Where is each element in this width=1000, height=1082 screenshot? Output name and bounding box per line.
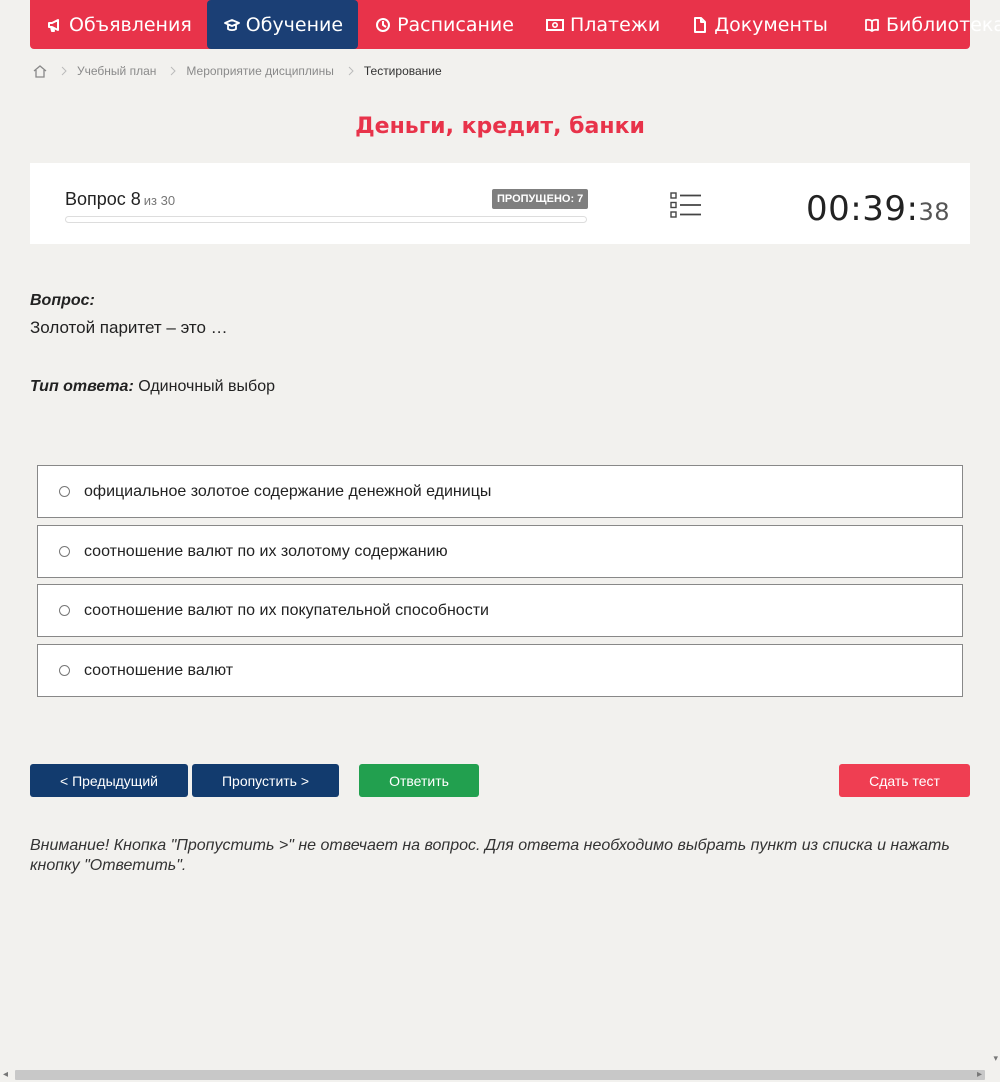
breadcrumb-link[interactable]: Мероприятие дисциплины (186, 64, 333, 78)
chevron-right-icon (170, 66, 177, 76)
radio-button[interactable] (59, 486, 70, 497)
nav-item-label: Объявления (69, 13, 192, 36)
answer-option[interactable]: соотношение валют по их золотому содержа… (37, 525, 963, 578)
clock-icon (375, 17, 391, 33)
answer-type-value: Одиночный выбор (138, 378, 275, 395)
skip-button[interactable]: Пропустить > (192, 764, 339, 797)
submit-test-button[interactable]: Сдать тест (839, 764, 970, 797)
scrollbar-thumb[interactable] (15, 1070, 985, 1080)
answer-type: Тип ответа: Одиночный выбор (30, 378, 275, 396)
skipped-badge: ПРОПУЩЕНО: 7 (492, 189, 589, 209)
answer-option-text: соотношение валют (84, 661, 234, 679)
document-icon (692, 16, 708, 33)
question-number: Вопрос 8 (65, 189, 141, 209)
answer-option-text: соотношение валют по их золотому содержа… (84, 542, 448, 560)
top-nav: Объявления Обучение Расписание Платежи Д… (30, 0, 1000, 49)
radio-button[interactable] (59, 665, 70, 676)
answer-button[interactable]: Ответить (359, 764, 479, 797)
nav-item-label: Библиотека (885, 13, 1000, 36)
countdown-timer: 00:39:38 (806, 189, 950, 229)
answer-option[interactable]: официальное золотое содержание денежной … (37, 465, 963, 518)
horizontal-scrollbar[interactable] (0, 1068, 1000, 1082)
previous-button[interactable]: < Предыдущий (30, 764, 188, 797)
answer-option[interactable]: соотношение валют (37, 644, 963, 697)
nav-item-library[interactable]: Библиотека (847, 0, 1000, 49)
question-list-icon[interactable] (670, 191, 702, 224)
question-total: из 30 (143, 193, 176, 208)
scroll-down-arrow-icon[interactable]: ▾ (993, 1053, 998, 1064)
chevron-right-icon (348, 66, 354, 76)
radio-button[interactable] (59, 546, 70, 557)
question-text: Золотой паритет – это … (30, 318, 228, 337)
timer-seconds: 38 (918, 198, 950, 226)
progress-bar (65, 216, 587, 223)
question-label: Вопрос: (30, 292, 95, 309)
chevron-right-icon (61, 66, 67, 76)
nav-item-education[interactable]: Обучение (206, 0, 359, 49)
answer-type-label: Тип ответа: (30, 378, 134, 395)
nav-item-label: Обучение (245, 13, 344, 36)
question-counter: Вопрос 8 из 30 (65, 189, 175, 210)
answer-option[interactable]: соотношение валют по их покупательной сп… (37, 584, 963, 637)
nav-item-label: Платежи (569, 13, 661, 36)
nav-item-payments[interactable]: Платежи (529, 0, 675, 49)
nav-item-schedule[interactable]: Расписание (358, 0, 529, 49)
nav-item-label: Документы (714, 13, 828, 36)
answer-option-text: официальное золотое содержание денежной … (84, 482, 492, 500)
page-title: Деньги, кредит, банки (355, 114, 645, 139)
megaphone-icon (47, 17, 63, 33)
breadcrumb-link[interactable]: Учебный план (77, 64, 156, 78)
money-icon (545, 17, 564, 33)
breadcrumb: Учебный план Мероприятие дисциплины Тест… (33, 64, 442, 78)
progress-panel: Вопрос 8 из 30 ПРОПУЩЕНО: 7 00:39:38 (30, 163, 970, 244)
breadcrumb-current: Тестирование (363, 64, 442, 78)
nav-item-announcements[interactable]: Объявления (30, 0, 207, 49)
scroll-right-arrow-icon[interactable]: ▸ (977, 1069, 982, 1080)
scroll-left-arrow-icon[interactable]: ◂ (3, 1069, 8, 1080)
timer-main: 00:39: (806, 189, 919, 229)
home-icon[interactable] (33, 64, 47, 78)
warning-note: Внимание! Кнопка "Пропустить >" не отвеч… (30, 837, 950, 874)
book-icon (864, 17, 880, 33)
nav-item-label: Расписание (397, 13, 514, 36)
nav-item-documents[interactable]: Документы (675, 0, 843, 49)
radio-button[interactable] (59, 605, 70, 616)
answer-option-text: соотношение валют по их покупательной сп… (84, 601, 489, 619)
graduation-cap-icon (223, 17, 240, 33)
